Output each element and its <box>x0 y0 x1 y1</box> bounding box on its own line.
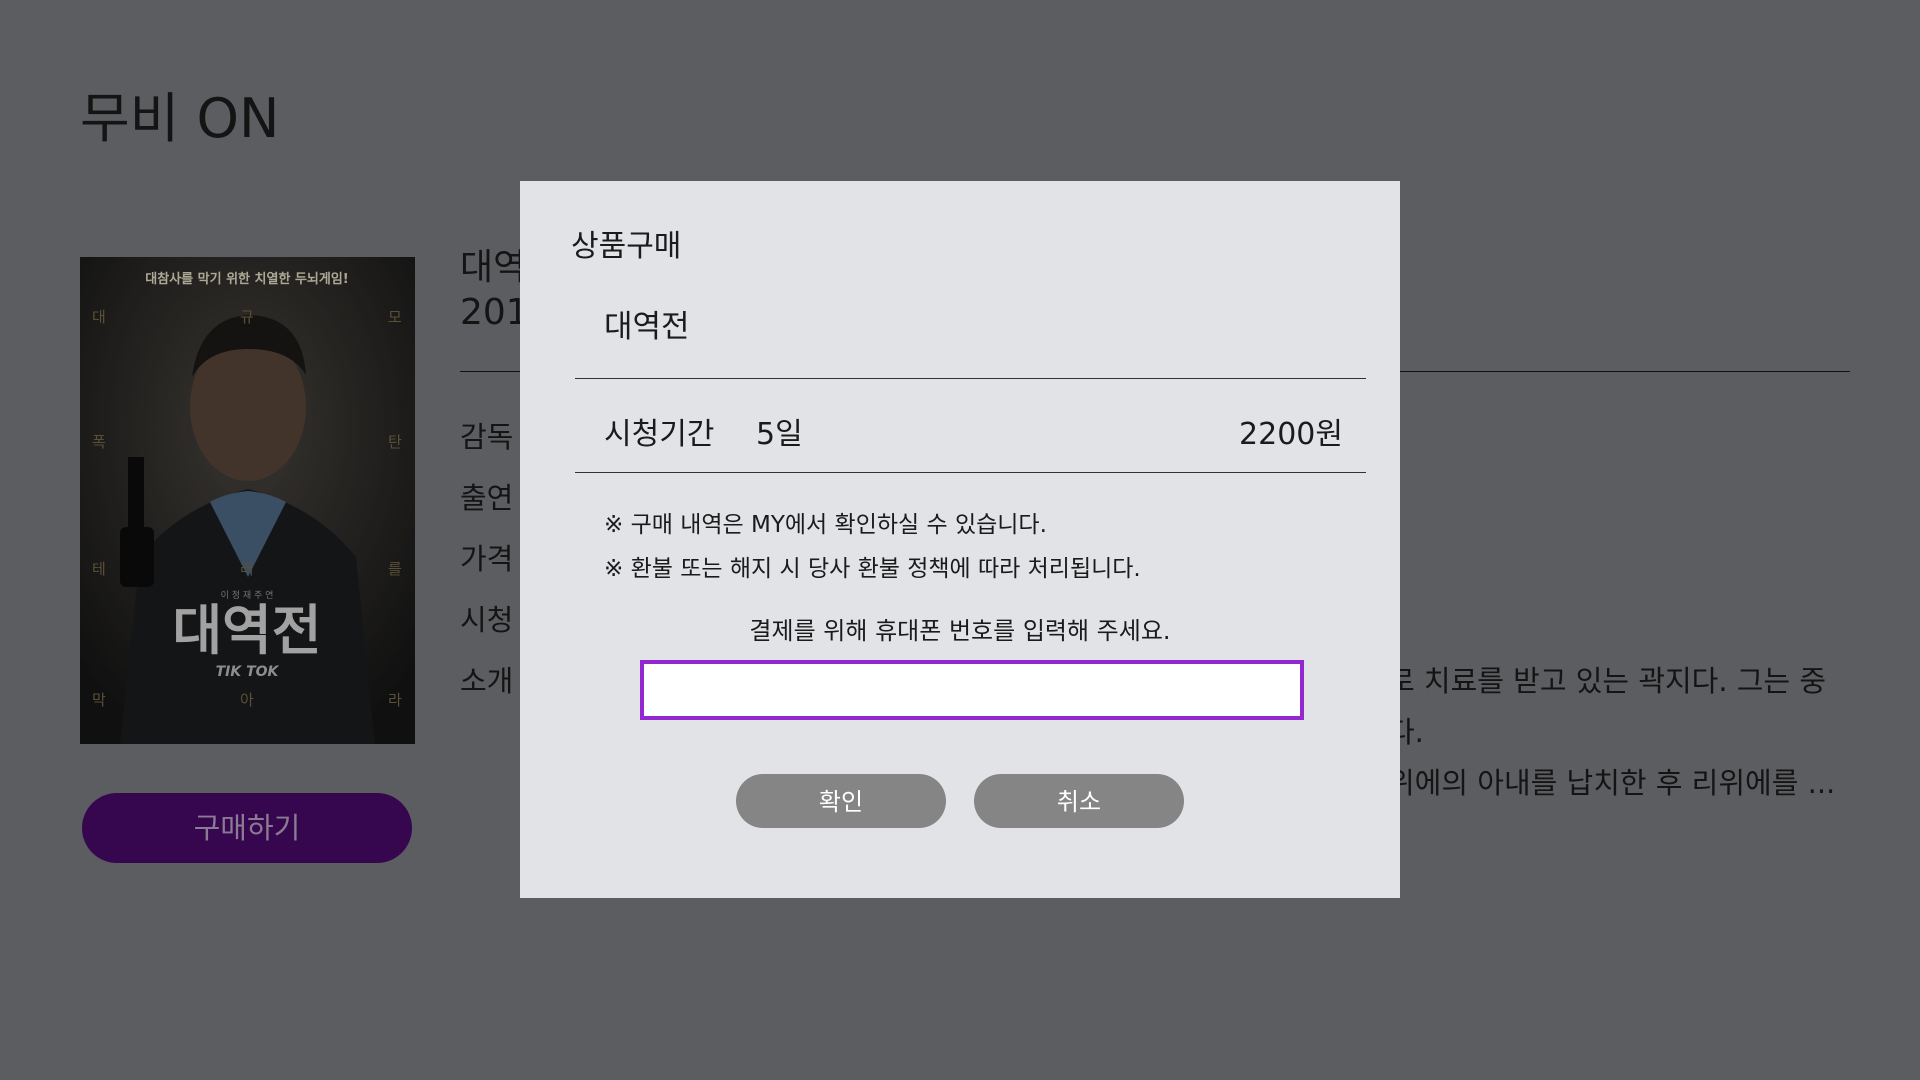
movie-poster[interactable]: 대참사를 막기 위한 치열한 두뇌게임! 대 폭 테 막 규 러 아 모 탄 를… <box>80 257 415 744</box>
viewing-period-label: 시청기간 <box>604 417 715 452</box>
phone-number-input[interactable] <box>640 660 1304 720</box>
director-label: 감독 <box>460 420 514 454</box>
purchase-dialog: 상품구매 대역전 시청기간 5일 2200원 ※ 구매 내역은 MY에서 확인하… <box>520 181 1400 898</box>
dialog-title: 상품구매 <box>571 229 682 264</box>
app-title: 무비 ON <box>80 87 280 150</box>
movie-title: 대역 <box>460 247 527 288</box>
confirm-button[interactable]: 확인 <box>736 774 946 828</box>
dialog-movie-title: 대역전 <box>604 309 690 345</box>
synopsis-label: 소개 <box>460 664 514 698</box>
viewing-label: 시청 <box>460 603 514 637</box>
price-value: 2200원 <box>1239 417 1343 452</box>
movie-year: 201 <box>460 292 529 333</box>
notice-refund-policy: ※ 환불 또는 해지 시 당사 환불 정책에 따라 처리됩니다. <box>604 556 1141 582</box>
synopsis-line: 위에의 아내를 납치한 후 리위에를 ... <box>1388 766 1836 800</box>
viewing-period-value: 5일 <box>756 417 803 452</box>
cancel-button[interactable]: 취소 <box>974 774 1184 828</box>
synopsis-line: 로 치료를 받고 있는 곽지다. 그는 중 <box>1388 664 1827 698</box>
poster-image: 대참사를 막기 위한 치열한 두뇌게임! 대 폭 테 막 규 러 아 모 탄 를… <box>80 257 415 744</box>
cast-label: 출연 <box>460 481 514 515</box>
purchase-button[interactable]: 구매하기 <box>82 793 412 863</box>
phone-prompt: 결제를 위해 휴대폰 번호를 입력해 주세요. <box>749 617 1171 645</box>
dialog-divider <box>575 472 1366 473</box>
price-label: 가격 <box>460 542 514 576</box>
dialog-divider <box>575 378 1366 379</box>
notice-purchase-history: ※ 구매 내역은 MY에서 확인하실 수 있습니다. <box>604 512 1047 538</box>
